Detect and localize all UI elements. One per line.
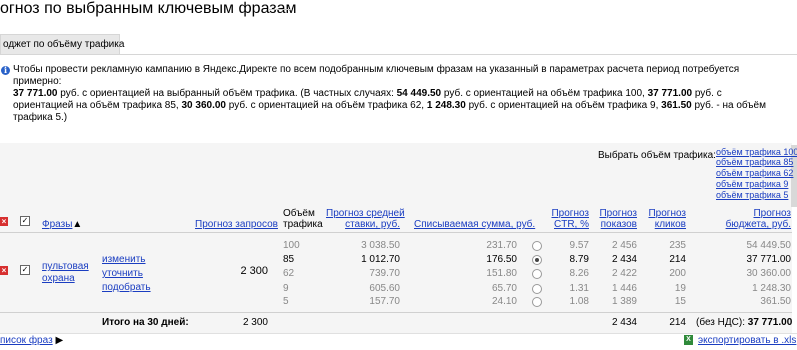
phrase-link[interactable]: пультовая охрана xyxy=(42,261,89,285)
header-volume: Объём трафика xyxy=(283,208,323,230)
row-volume-radio[interactable] xyxy=(532,255,542,265)
row-budget: 30 360.00 xyxy=(746,268,792,279)
row-charged: 151.80 xyxy=(486,268,517,279)
tab-budget-by-traffic[interactable]: оджет по объёму трафика xyxy=(0,34,124,54)
row-volume: 5 xyxy=(283,296,289,307)
row-ctr: 9.57 xyxy=(569,240,589,251)
page-title: огноз по выбранным ключевым фразам xyxy=(0,0,297,17)
phrase-queries: 2 300 xyxy=(240,265,268,277)
volume-link-100[interactable]: объём трафика 100 xyxy=(716,147,797,157)
row-budget: 54 449.50 xyxy=(746,240,792,251)
title-divider xyxy=(268,9,292,10)
edit-phrase-link[interactable]: изменить xyxy=(102,254,146,265)
row-clicks: 235 xyxy=(669,240,686,251)
volume-link-5[interactable]: объём трафика 5 xyxy=(716,190,788,200)
excel-icon: X xyxy=(684,335,693,345)
row-clicks: 19 xyxy=(674,283,686,294)
totals-queries: 2 300 xyxy=(242,317,268,328)
header-divider xyxy=(0,232,792,233)
row-impressions: 1 389 xyxy=(611,296,637,307)
forecast-info-text: Чтобы провести рекламную кампанию в Янде… xyxy=(13,64,766,123)
volume-link-9[interactable]: объём трафика 9 xyxy=(716,179,788,189)
totals-label: Итого на 30 дней: xyxy=(102,317,189,328)
header-clicks[interactable]: Прогноз кликов xyxy=(645,208,686,230)
row-volume: 62 xyxy=(283,268,295,279)
header-budget[interactable]: Прогноз бюджета, руб. xyxy=(710,208,791,230)
sort-phrases-link[interactable]: Фразы xyxy=(42,219,72,230)
row-charged: 176.50 xyxy=(486,254,517,265)
row-volume-radio[interactable] xyxy=(532,241,542,251)
totals-clicks: 214 xyxy=(669,317,686,328)
row-charged: 231.70 xyxy=(486,240,517,251)
delete-phrase-icon[interactable]: × xyxy=(0,266,8,275)
row-budget: 37 771.00 xyxy=(746,254,792,265)
row-impressions: 2 456 xyxy=(611,240,637,251)
header-forecast-queries[interactable]: Прогноз запросов xyxy=(195,219,278,230)
choose-volume-label: Выбрать объём трафика: xyxy=(598,150,716,161)
totals-impressions: 2 434 xyxy=(611,317,637,328)
row-volume-radio[interactable] xyxy=(532,269,542,279)
row-budget: 1 248.30 xyxy=(752,283,791,294)
refine-phrase-link[interactable]: уточнить xyxy=(102,268,143,279)
tab-divider xyxy=(0,54,797,55)
row-avg-bid: 605.60 xyxy=(369,283,400,294)
header-avg-bid[interactable]: Прогноз средней ставки, руб. xyxy=(326,208,405,230)
info-icon: i xyxy=(1,66,10,75)
row-volume: 100 xyxy=(283,240,300,251)
select-all-checkbox[interactable]: ✓ xyxy=(20,216,30,226)
row-charged: 65.70 xyxy=(491,283,517,294)
pick-phrases-link[interactable]: подобрать xyxy=(102,282,151,293)
phrase-checkbox[interactable]: ✓ xyxy=(20,265,30,275)
bottom-bar xyxy=(0,333,797,350)
row-clicks: 15 xyxy=(674,296,686,307)
row-impressions: 1 446 xyxy=(611,283,637,294)
volume-link-85[interactable]: объём трафика 85 xyxy=(716,157,793,167)
volume-link-62[interactable]: объём трафика 62 xyxy=(716,168,793,178)
export-xls-link[interactable]: экспортировать в .xls xyxy=(698,335,796,346)
row-ctr: 1.31 xyxy=(569,283,589,294)
header-ctr[interactable]: Прогноз CTR, % xyxy=(545,208,589,230)
header-impressions[interactable]: Прогноз показов xyxy=(594,208,637,230)
row-ctr: 1.08 xyxy=(569,296,589,307)
row-volume-radio[interactable] xyxy=(532,284,542,294)
header-phrases[interactable]: Фразы▲ xyxy=(42,219,82,230)
row-volume: 9 xyxy=(283,283,289,294)
row-volume-radio[interactable] xyxy=(532,297,542,307)
row-avg-bid: 739.70 xyxy=(369,268,400,279)
row-impressions: 2 434 xyxy=(611,254,637,265)
row-avg-bid: 1 012.70 xyxy=(361,254,400,265)
row-impressions: 2 422 xyxy=(611,268,637,279)
totals-budget: (без НДС): 37 771.00 xyxy=(696,317,793,328)
sort-arrow-icon: ▲ xyxy=(72,219,83,230)
row-avg-bid: 3 038.50 xyxy=(361,240,400,251)
row-volume: 85 xyxy=(283,254,295,265)
row-charged: 24.10 xyxy=(491,296,517,307)
row-budget: 361.50 xyxy=(760,296,791,307)
row-ctr: 8.26 xyxy=(569,268,589,279)
row-avg-bid: 157.70 xyxy=(369,296,400,307)
header-charged-sum[interactable]: Списываемая сумма, руб. xyxy=(414,219,535,230)
delete-all-icon[interactable]: × xyxy=(0,217,8,226)
phrases-list-toggle[interactable]: писок фраз ▶ xyxy=(0,335,63,346)
row-clicks: 200 xyxy=(669,268,686,279)
row-ctr: 8.79 xyxy=(569,254,589,265)
row-clicks: 214 xyxy=(669,254,686,265)
expand-arrow-icon: ▶ xyxy=(55,335,64,346)
totals-divider xyxy=(0,312,792,313)
